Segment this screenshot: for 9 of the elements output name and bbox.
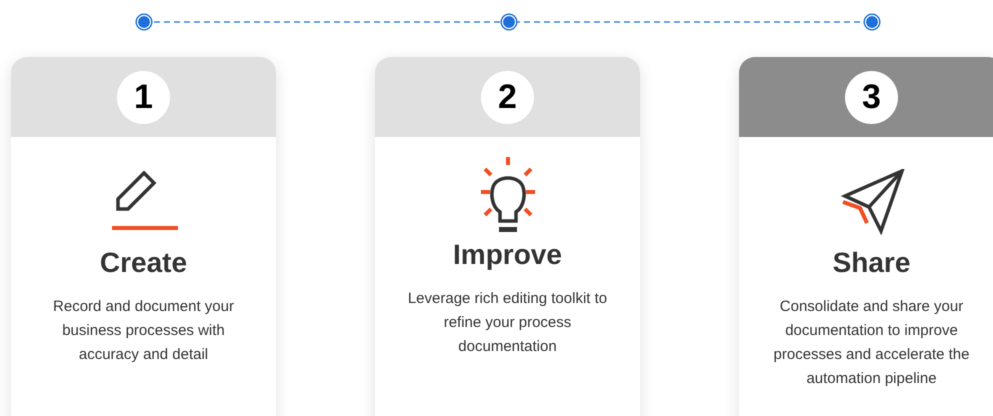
step-number: 3 — [845, 70, 898, 124]
step-number: 1 — [117, 70, 170, 124]
step-description: Record and document your business processes with accuracy and detail — [52, 297, 235, 365]
step-description: Leverage rich editing toolkit to refine your process documentation — [406, 289, 608, 357]
step-title: Create — [100, 249, 188, 277]
step-description: Consolidate and share your documentation to improve processes and accelerate the automation pipeline — [772, 297, 970, 389]
step-title: Improve — [453, 241, 562, 269]
step-number: 2 — [481, 70, 534, 124]
step-title: Share — [832, 249, 910, 277]
